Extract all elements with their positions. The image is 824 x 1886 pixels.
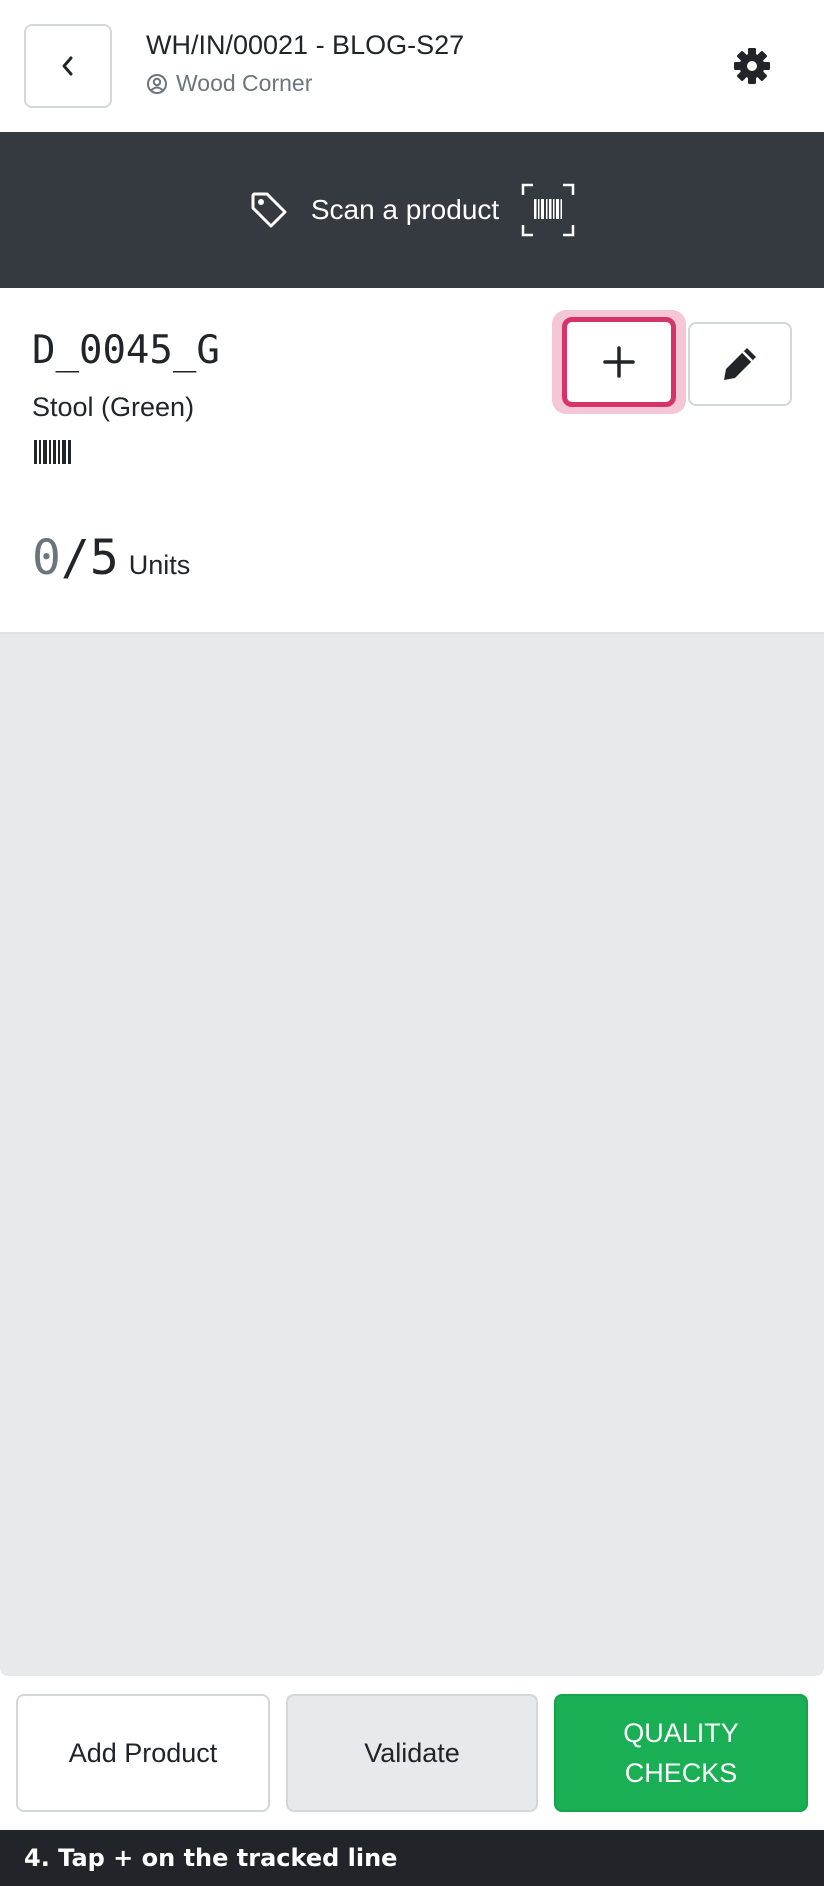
validate-button[interactable]: Validate [286,1694,538,1812]
chevron-left-icon [62,56,73,76]
add-product-button[interactable]: Add Product [16,1694,270,1812]
qty-separator: / [60,530,90,586]
tour-tip: 4. Tap + on the tracked line [0,1830,824,1886]
qty-total: 5 [89,530,119,586]
plus-button-highlight [552,310,686,414]
quality-checks-button[interactable]: QUALITY CHECKS [554,1694,808,1812]
settings-button[interactable] [728,42,776,90]
edit-button[interactable] [688,322,792,406]
scan-bar[interactable]: Scan a product [0,132,824,288]
plus-icon [603,346,635,378]
move-line[interactable]: D_0045_G Stool (Green) 0 / 5 Units [0,288,824,634]
product-code: D_0045_G [32,328,220,373]
scan-label: Scan a product [310,194,500,225]
tag-icon [251,192,287,228]
partner-info: Wood Corner [146,70,312,97]
increment-button[interactable] [562,317,676,407]
header: WH/IN/00021 - BLOG-S27 Wood Corner [0,0,824,132]
partner-name: Wood Corner [176,70,313,96]
product-name: Stool (Green) [32,392,195,422]
qty-done: 0 [32,530,61,586]
barcode-icon [34,440,71,464]
footer: Add Product Validate QUALITY CHECKS [0,1676,824,1830]
pencil-icon [724,348,756,380]
gear-icon [734,48,770,84]
back-button[interactable] [24,24,112,108]
qty-uom: Units [128,550,191,580]
barcode-scan-icon [521,183,575,237]
quantity: 0 / 5 Units [32,530,190,586]
user-circle-icon [147,73,167,94]
page-title: WH/IN/00021 - BLOG-S27 [146,30,465,60]
content-area [0,634,824,1676]
